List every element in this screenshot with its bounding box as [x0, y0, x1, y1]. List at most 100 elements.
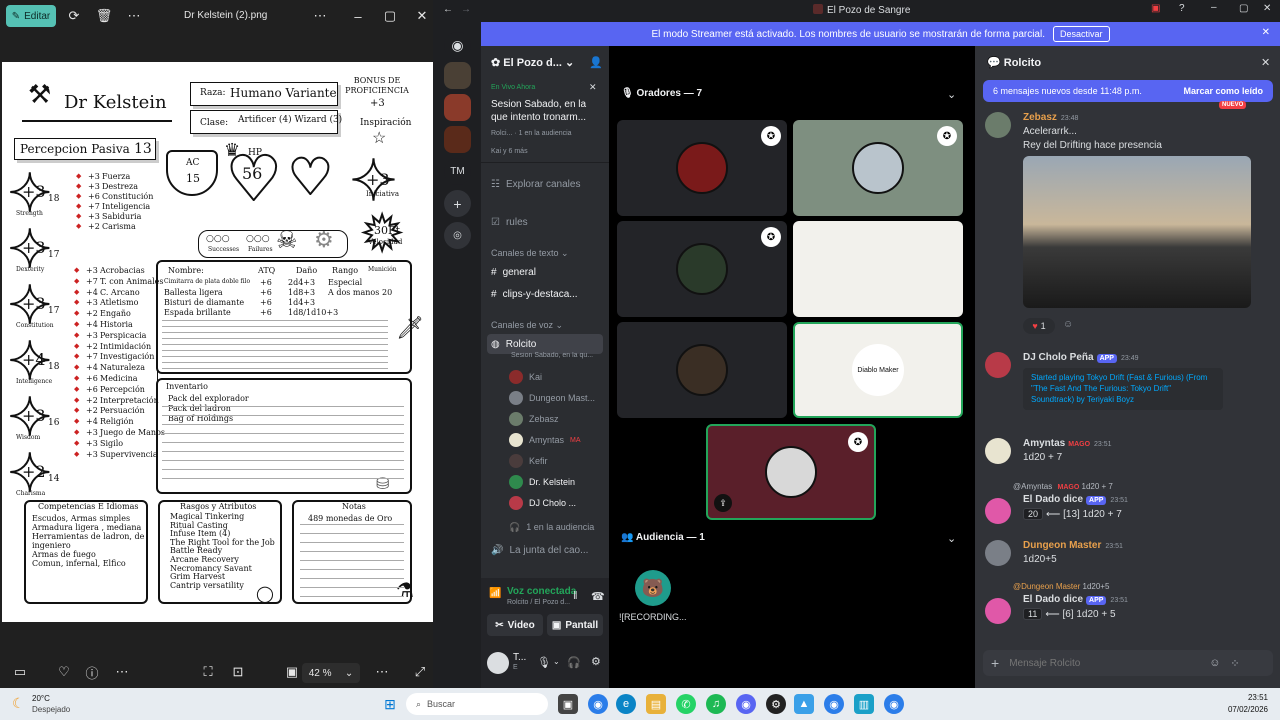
info-icon[interactable]: ⓘ: [80, 660, 104, 684]
speaker-tile[interactable]: ✪: [617, 221, 787, 317]
file-explorer-icon[interactable]: ▤: [646, 694, 666, 714]
voice-user[interactable]: Zebasz: [509, 410, 559, 428]
screen-share-button[interactable]: ▣ Pantall: [547, 614, 603, 636]
add-member-icon[interactable]: 👤: [589, 56, 603, 69]
photos-app-icon[interactable]: ▲: [794, 694, 814, 714]
voice-user[interactable]: Dungeon Mast...: [509, 389, 595, 407]
edit-button[interactable]: ✎ Editar: [6, 5, 56, 27]
reply-reference[interactable]: @Dungeon Master 1d20+5: [1013, 582, 1109, 591]
filmstrip-icon[interactable]: ▭: [8, 660, 32, 684]
mic-chevron-icon[interactable]: ⌄: [553, 657, 560, 666]
actual-size-icon[interactable]: ⊡: [226, 660, 250, 684]
server-icon-pozo[interactable]: [444, 126, 471, 153]
task-view-icon[interactable]: ▣: [558, 694, 578, 714]
settings-icon[interactable]: ⚙: [591, 655, 601, 668]
minimize-icon[interactable]: –: [346, 4, 370, 28]
avatar[interactable]: [509, 391, 523, 405]
back-arrow-icon[interactable]: ←: [443, 4, 453, 15]
voice-user[interactable]: DJ Cholo ...: [509, 494, 576, 512]
now-playing-embed[interactable]: Started playing Tokyo Drift (Fast & Furi…: [1023, 368, 1223, 410]
avatar[interactable]: [985, 598, 1011, 624]
video-button[interactable]: ✂ Video: [487, 614, 543, 636]
chrome-icon[interactable]: ◉: [588, 694, 608, 714]
car-image[interactable]: [1023, 156, 1251, 308]
message-author[interactable]: El Dado dice APP 23:51: [1023, 494, 1128, 505]
discord-home-icon[interactable]: ◉: [444, 32, 471, 59]
deactivate-streamer-button[interactable]: Desactivar: [1053, 26, 1110, 42]
spotify-icon[interactable]: ♫: [706, 694, 726, 714]
speaker-tile[interactable]: Diablo Maker: [793, 322, 963, 418]
server-name[interactable]: ✿ El Pozo d... ⌄: [491, 56, 574, 69]
server-icon-1[interactable]: [444, 62, 471, 89]
chrome-profile-2-icon[interactable]: ◉: [884, 694, 904, 714]
server-tm[interactable]: TM: [444, 158, 471, 185]
avatar[interactable]: [509, 496, 523, 510]
add-attachment-icon[interactable]: +: [991, 655, 999, 671]
favorite-icon[interactable]: ♡: [52, 660, 76, 684]
mic-icon[interactable]: 🎙: [537, 656, 551, 669]
fullscreen-icon[interactable]: ⤢: [408, 660, 432, 684]
message-input[interactable]: [1009, 657, 1200, 669]
speaker-tile[interactable]: ✪ ⇪: [706, 424, 876, 520]
more-icon[interactable]: ⋯: [110, 660, 134, 684]
message-author[interactable]: Amyntas MAGO 23:51: [1023, 438, 1112, 449]
avatar[interactable]: [985, 498, 1011, 524]
live-title[interactable]: Sesion Sabado, en la que intento tronarm…: [491, 98, 599, 124]
noise-icon[interactable]: ‖: [573, 590, 578, 602]
chrome-profile-icon[interactable]: ◉: [824, 694, 844, 714]
weather-icon[interactable]: ☾: [12, 695, 25, 712]
channel-clips[interactable]: # clips-y-destaca...: [487, 284, 603, 304]
collapse-audience-icon[interactable]: ⌄: [947, 532, 956, 545]
maximize-icon[interactable]: ▢: [1239, 3, 1248, 14]
rotate-icon[interactable]: ⟳: [62, 4, 86, 28]
reply-reference[interactable]: @Amyntas MAGO 1d20 + 7: [1013, 482, 1113, 491]
speaker-tile[interactable]: [793, 221, 963, 317]
explore-channels[interactable]: ☷ Explorar canales: [487, 174, 603, 194]
heart-reaction[interactable]: ♥ 1: [1023, 318, 1055, 334]
voice-category[interactable]: Canales de voz ⌄: [491, 320, 563, 331]
add-server-icon[interactable]: +: [444, 190, 471, 217]
add-reaction-icon[interactable]: ☺: [1063, 319, 1073, 330]
channel-junta[interactable]: 🔊 La junta del cao...: [487, 540, 603, 560]
voice-user[interactable]: Dr. Kelstein: [509, 473, 575, 491]
avatar[interactable]: [509, 412, 523, 426]
emoji-icon[interactable]: ☺: [1209, 657, 1220, 669]
avatar[interactable]: [509, 475, 523, 489]
zoom-fit-icon[interactable]: ▣: [280, 660, 304, 684]
message-author[interactable]: DJ Cholo Peña APP 23:49: [1023, 352, 1139, 363]
speaker-tile[interactable]: ✪: [617, 120, 787, 216]
discord-taskbar-icon[interactable]: ◉: [736, 694, 756, 714]
audience-avatar[interactable]: 🐻: [635, 570, 671, 606]
server-icon-2[interactable]: [444, 94, 471, 121]
more-options-icon[interactable]: ⋯: [308, 4, 332, 28]
avatar[interactable]: [985, 112, 1011, 138]
close-icon[interactable]: ✕: [410, 4, 434, 28]
help-icon[interactable]: ?: [1179, 3, 1185, 14]
minimize-icon[interactable]: –: [1211, 2, 1217, 13]
voice-connected[interactable]: Voz conectada: [507, 586, 576, 597]
delete-icon[interactable]: 🗑: [92, 4, 116, 28]
message-author[interactable]: Dungeon Master 23:51: [1023, 540, 1123, 551]
maximize-icon[interactable]: ▢: [378, 4, 402, 28]
apps-icon[interactable]: ⁘: [1230, 657, 1239, 670]
new-messages-banner[interactable]: 6 mensajes nuevos desde 11:48 p.m. Marca…: [983, 80, 1273, 102]
close-live-icon[interactable]: ✕: [589, 82, 597, 93]
headphones-icon[interactable]: 🎧: [567, 656, 581, 669]
avatar[interactable]: [985, 352, 1011, 378]
disconnect-icon[interactable]: ☎: [591, 590, 605, 603]
avatar[interactable]: [509, 454, 523, 468]
more-options-icon[interactable]: ⋯: [370, 660, 394, 684]
discover-icon[interactable]: ◎: [444, 222, 471, 249]
avatar[interactable]: [985, 438, 1011, 464]
collapse-speakers-icon[interactable]: ⌄: [947, 88, 956, 101]
clock-date[interactable]: 07/02/2026: [1220, 705, 1268, 714]
clock-time[interactable]: 23:51: [1220, 693, 1268, 702]
zoom-dropdown[interactable]: 42 % ⌄: [302, 663, 360, 683]
search-box[interactable]: ⌕ Buscar: [406, 693, 548, 715]
voice-user[interactable]: Kai: [509, 368, 542, 386]
weather-temp[interactable]: 20°C: [32, 694, 50, 703]
steam-icon[interactable]: ⚙: [766, 694, 786, 714]
forward-arrow-icon[interactable]: →: [461, 4, 471, 15]
voice-user[interactable]: Amyntas MA: [509, 431, 581, 449]
voice-user[interactable]: Kefir: [509, 452, 548, 470]
